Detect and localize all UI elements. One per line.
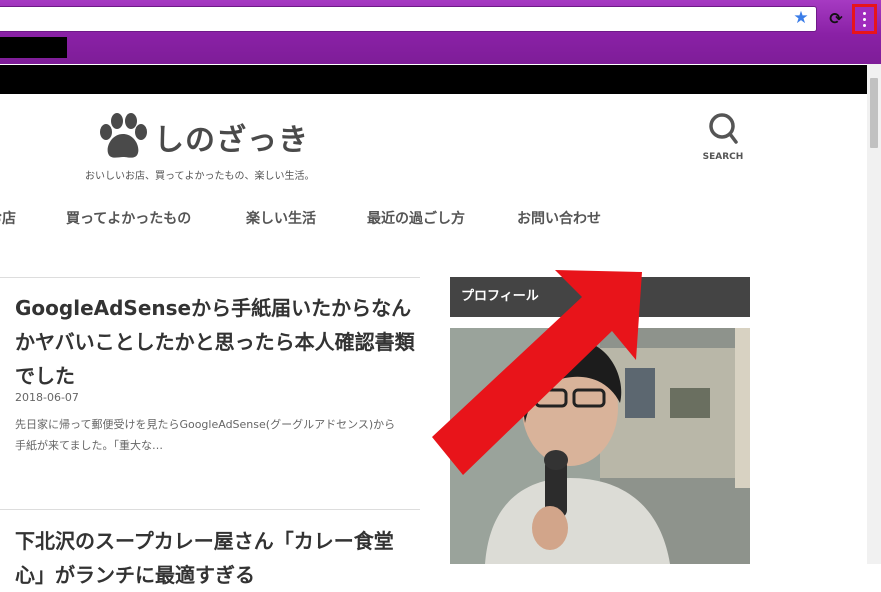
reload-icon[interactable]: ⟳ [826, 9, 846, 29]
profile-photo-illustration [450, 328, 750, 564]
post-divider [0, 509, 420, 510]
profile-photo [450, 328, 750, 564]
nav-item-contact[interactable]: お問い合わせ [517, 208, 601, 228]
post-date: 2018-06-07 [15, 391, 79, 404]
site-title[interactable]: しのざっき [154, 115, 309, 159]
post-title[interactable]: GoogleAdSenseから手紙届いたからなんかヤバいことしたかと思ったら本人… [15, 291, 415, 393]
browser-menu-button[interactable] [852, 4, 877, 34]
search-label: SEARCH [702, 152, 744, 162]
post-divider [0, 277, 420, 278]
redacted-bookmark [0, 37, 67, 58]
site-tagline: おいしいお店、買ってよかったもの、楽しい生活。 [85, 171, 315, 182]
scroll-thumb[interactable] [870, 78, 878, 148]
nav-item-recent[interactable]: 最近の過ごし方 [367, 208, 465, 228]
search-button[interactable]: SEARCH [700, 112, 746, 162]
post-excerpt: 先日家に帰って郵便受けを見たらGoogleAdSense(グーグルアドセンス)か… [15, 418, 396, 452]
site-logo[interactable]: しのざっき [96, 112, 309, 162]
nav-item-fun-life[interactable]: 楽しい生活 [246, 208, 316, 228]
address-bar[interactable]: ★ [0, 6, 817, 32]
nav-item-shops[interactable]: お店 [0, 208, 16, 228]
sidebar-profile-heading: プロフィール [450, 277, 750, 317]
search-icon [709, 113, 738, 144]
vertical-dots-icon [863, 11, 866, 15]
post-title[interactable]: 下北沢のスープカレー屋さん「カレー食堂 心」がランチに最適すぎる [15, 524, 415, 592]
star-icon[interactable]: ★ [792, 9, 810, 27]
paw-icon [100, 113, 147, 158]
page-scrollbar[interactable] [867, 64, 881, 564]
browser-toolbar: ★ ⟳ [0, 0, 881, 64]
redacted-bar [0, 65, 867, 94]
nav-item-good-buys[interactable]: 買ってよかったもの [66, 208, 191, 228]
